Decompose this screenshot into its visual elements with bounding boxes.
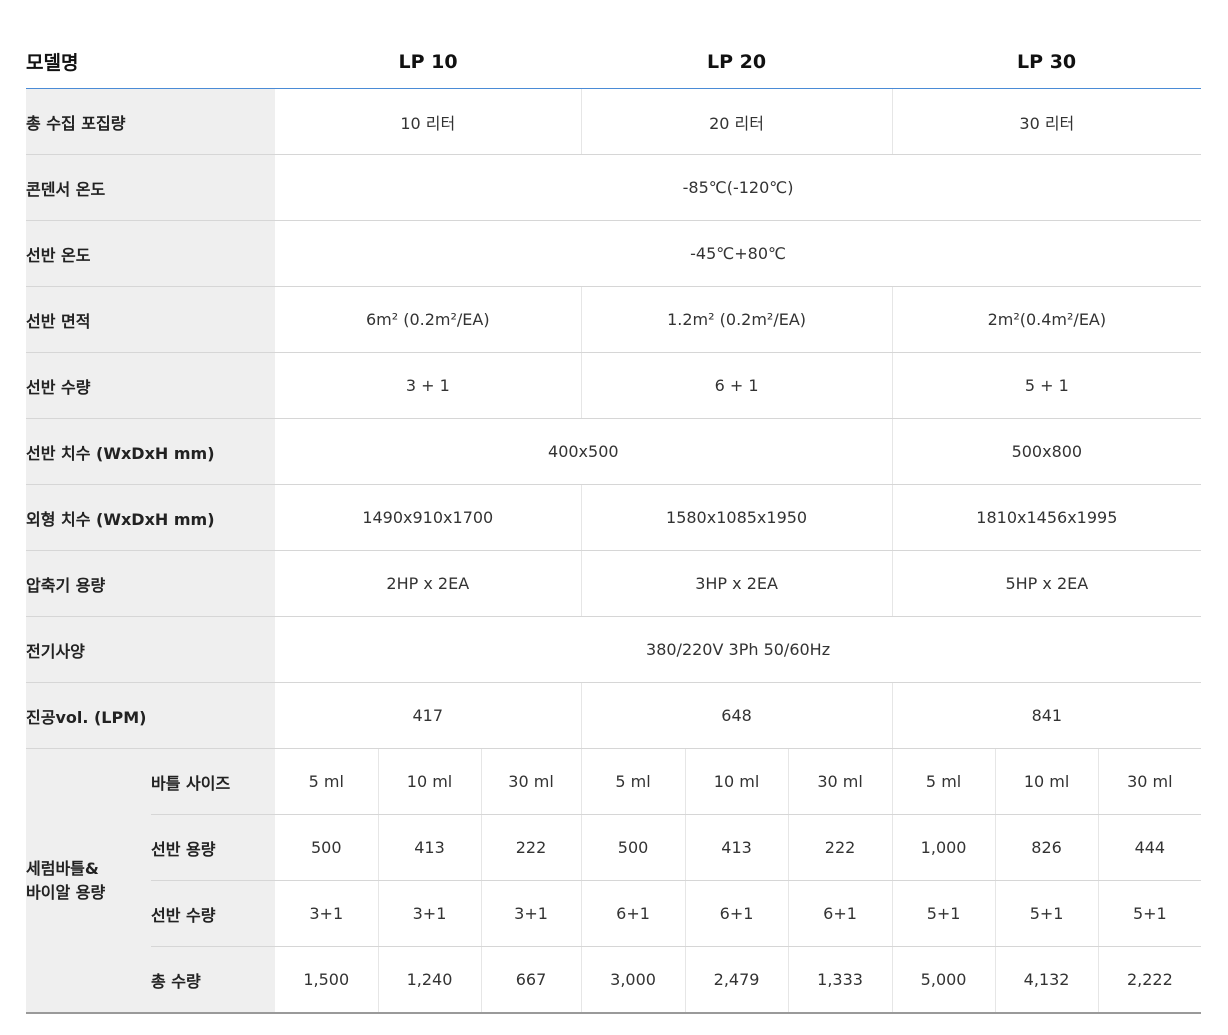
shelf-count-row: 선반 수량 3 + 1 6 + 1 5 + 1 xyxy=(26,352,1202,419)
condenser-temp-label: 콘덴서 온도 xyxy=(26,154,276,221)
vacuum-lp30: 841 xyxy=(891,682,1202,749)
bottle-shelf-count-cell: 6+1 xyxy=(787,880,893,947)
capacity-label: 총 수집 포집량 xyxy=(26,88,276,155)
capacity-lp20: 20 리터 xyxy=(580,88,893,155)
shelf-capacity-cell: 1,000 xyxy=(891,814,996,881)
total-count-cell: 3,000 xyxy=(580,946,686,1014)
bottle-size-cell: 5 ml xyxy=(891,748,996,815)
bottle-size-cell: 10 ml xyxy=(377,748,482,815)
capacity-lp30: 30 리터 xyxy=(891,88,1202,155)
bottle-shelf-count-row: 선반 수량 3+1 3+1 3+1 6+1 6+1 6+1 5+1 5+1 5+… xyxy=(26,880,1202,947)
shelf-capacity-cell: 500 xyxy=(580,814,686,881)
total-count-cell: 4,132 xyxy=(994,946,1099,1014)
total-count-row: 총 수량 1,500 1,240 667 3,000 2,479 1,333 5… xyxy=(26,946,1202,1014)
outer-dims-lp20: 1580x1085x1950 xyxy=(580,484,893,551)
model-name-label: 모델명 xyxy=(26,35,276,89)
model-lp10: LP 10 xyxy=(275,35,582,89)
bottle-shelf-count-cell: 3+1 xyxy=(275,880,379,947)
spec-table: 모델명 LP 10 LP 20 LP 30 총 수집 포집량 10 리터 20 … xyxy=(26,35,1202,1014)
compressor-row: 압축기 용량 2HP x 2EA 3HP x 2EA 5HP x 2EA xyxy=(26,550,1202,617)
shelf-capacity-cell: 413 xyxy=(377,814,482,881)
bottle-shelf-count-cell: 5+1 xyxy=(891,880,996,947)
total-count-cell: 5,000 xyxy=(891,946,996,1014)
bottle-group-label-line2: 바이알 용량 xyxy=(26,882,106,902)
shelf-dims-lp30: 500x800 xyxy=(891,418,1202,485)
power-label: 전기사양 xyxy=(26,616,276,683)
total-count-cell: 1,333 xyxy=(787,946,893,1014)
shelf-area-label: 선반 면적 xyxy=(26,286,276,353)
shelf-dims-lp10-lp20: 400x500 xyxy=(275,418,893,485)
bottle-size-cell: 5 ml xyxy=(275,748,379,815)
total-count-cell: 667 xyxy=(480,946,582,1014)
condenser-temp-row: 콘덴서 온도 -85℃(-120℃) xyxy=(26,154,1202,221)
bottle-size-row: 세럼바틀& 바이알 용량 바틀 사이즈 5 ml 10 ml 30 ml 5 m… xyxy=(26,748,1202,1014)
shelf-capacity-cell: 444 xyxy=(1097,814,1202,881)
bottle-size-cell: 30 ml xyxy=(1097,748,1202,815)
shelf-count-lp30: 5 + 1 xyxy=(891,352,1202,419)
bottle-size-cell: 10 ml xyxy=(684,748,789,815)
bottle-shelf-count-cell: 5+1 xyxy=(1097,880,1202,947)
compressor-label: 압축기 용량 xyxy=(26,550,276,617)
shelf-capacity-cell: 413 xyxy=(684,814,789,881)
shelf-area-row: 선반 면적 6m² (0.2m²/EA) 1.2m² (0.2m²/EA) 2m… xyxy=(26,286,1202,353)
outer-dims-lp30: 1810x1456x1995 xyxy=(891,484,1202,551)
condenser-temp-value: -85℃(-120℃) xyxy=(275,154,1202,221)
shelf-area-lp10: 6m² (0.2m²/EA) xyxy=(275,286,582,353)
vacuum-label: 진공vol. (LPM) xyxy=(26,682,276,749)
bottle-size-cell: 30 ml xyxy=(787,748,893,815)
compressor-lp20: 3HP x 2EA xyxy=(580,550,893,617)
total-count-cell: 2,479 xyxy=(684,946,789,1014)
vacuum-lp10: 417 xyxy=(275,682,582,749)
shelf-temp-label: 선반 온도 xyxy=(26,220,276,287)
shelf-capacity-cell: 826 xyxy=(994,814,1099,881)
bottle-group-label-line1: 세럼바틀& xyxy=(26,858,99,878)
shelf-capacity-label: 선반 용량 xyxy=(151,814,276,881)
power-value: 380/220V 3Ph 50/60Hz xyxy=(275,616,1202,683)
model-lp30: LP 30 xyxy=(892,35,1202,89)
shelf-area-lp20: 1.2m² (0.2m²/EA) xyxy=(580,286,893,353)
shelf-capacity-row: 선반 용량 500 413 222 500 413 222 1,000 826 … xyxy=(26,814,1202,881)
total-count-cell: 1,500 xyxy=(275,946,379,1014)
shelf-count-lp20: 6 + 1 xyxy=(580,352,893,419)
total-count-cell: 1,240 xyxy=(377,946,482,1014)
shelf-capacity-cell: 222 xyxy=(787,814,893,881)
compressor-lp30: 5HP x 2EA xyxy=(891,550,1202,617)
shelf-count-lp10: 3 + 1 xyxy=(275,352,582,419)
total-count-cell: 2,222 xyxy=(1097,946,1202,1014)
bottle-group-label: 세럼바틀& 바이알 용량 xyxy=(26,748,151,1014)
bottle-size-cell: 5 ml xyxy=(580,748,686,815)
shelf-count-label: 선반 수량 xyxy=(26,352,276,419)
outer-dims-label: 외형 치수 (WxDxH mm) xyxy=(26,484,276,551)
bottle-size-label: 바틀 사이즈 xyxy=(151,748,276,815)
shelf-dims-label: 선반 치수 (WxDxH mm) xyxy=(26,418,276,485)
shelf-dims-row: 선반 치수 (WxDxH mm) 400x500 500x800 xyxy=(26,418,1202,485)
bottle-shelf-count-cell: 3+1 xyxy=(480,880,582,947)
shelf-capacity-cell: 500 xyxy=(275,814,379,881)
bottle-shelf-count-cell: 6+1 xyxy=(580,880,686,947)
vacuum-row: 진공vol. (LPM) 417 648 841 xyxy=(26,682,1202,749)
model-lp20: LP 20 xyxy=(581,35,893,89)
shelf-temp-row: 선반 온도 -45℃+80℃ xyxy=(26,220,1202,287)
bottle-shelf-count-label: 선반 수량 xyxy=(151,880,276,947)
bottle-size-cell: 30 ml xyxy=(480,748,582,815)
bottle-size-cell: 10 ml xyxy=(994,748,1099,815)
shelf-temp-value: -45℃+80℃ xyxy=(275,220,1202,287)
outer-dims-row: 외형 치수 (WxDxH mm) 1490x910x1700 1580x1085… xyxy=(26,484,1202,551)
vacuum-lp20: 648 xyxy=(580,682,893,749)
shelf-area-lp30: 2m²(0.4m²/EA) xyxy=(891,286,1202,353)
bottle-shelf-count-cell: 6+1 xyxy=(684,880,789,947)
power-row: 전기사양 380/220V 3Ph 50/60Hz xyxy=(26,616,1202,683)
shelf-capacity-cell: 222 xyxy=(480,814,582,881)
capacity-lp10: 10 리터 xyxy=(275,88,582,155)
bottle-shelf-count-cell: 5+1 xyxy=(994,880,1099,947)
compressor-lp10: 2HP x 2EA xyxy=(275,550,582,617)
bottle-shelf-count-cell: 3+1 xyxy=(377,880,482,947)
header-row: 모델명 LP 10 LP 20 LP 30 xyxy=(26,35,1202,89)
capacity-row: 총 수집 포집량 10 리터 20 리터 30 리터 xyxy=(26,88,1202,155)
outer-dims-lp10: 1490x910x1700 xyxy=(275,484,582,551)
total-count-label: 총 수량 xyxy=(151,946,276,1014)
